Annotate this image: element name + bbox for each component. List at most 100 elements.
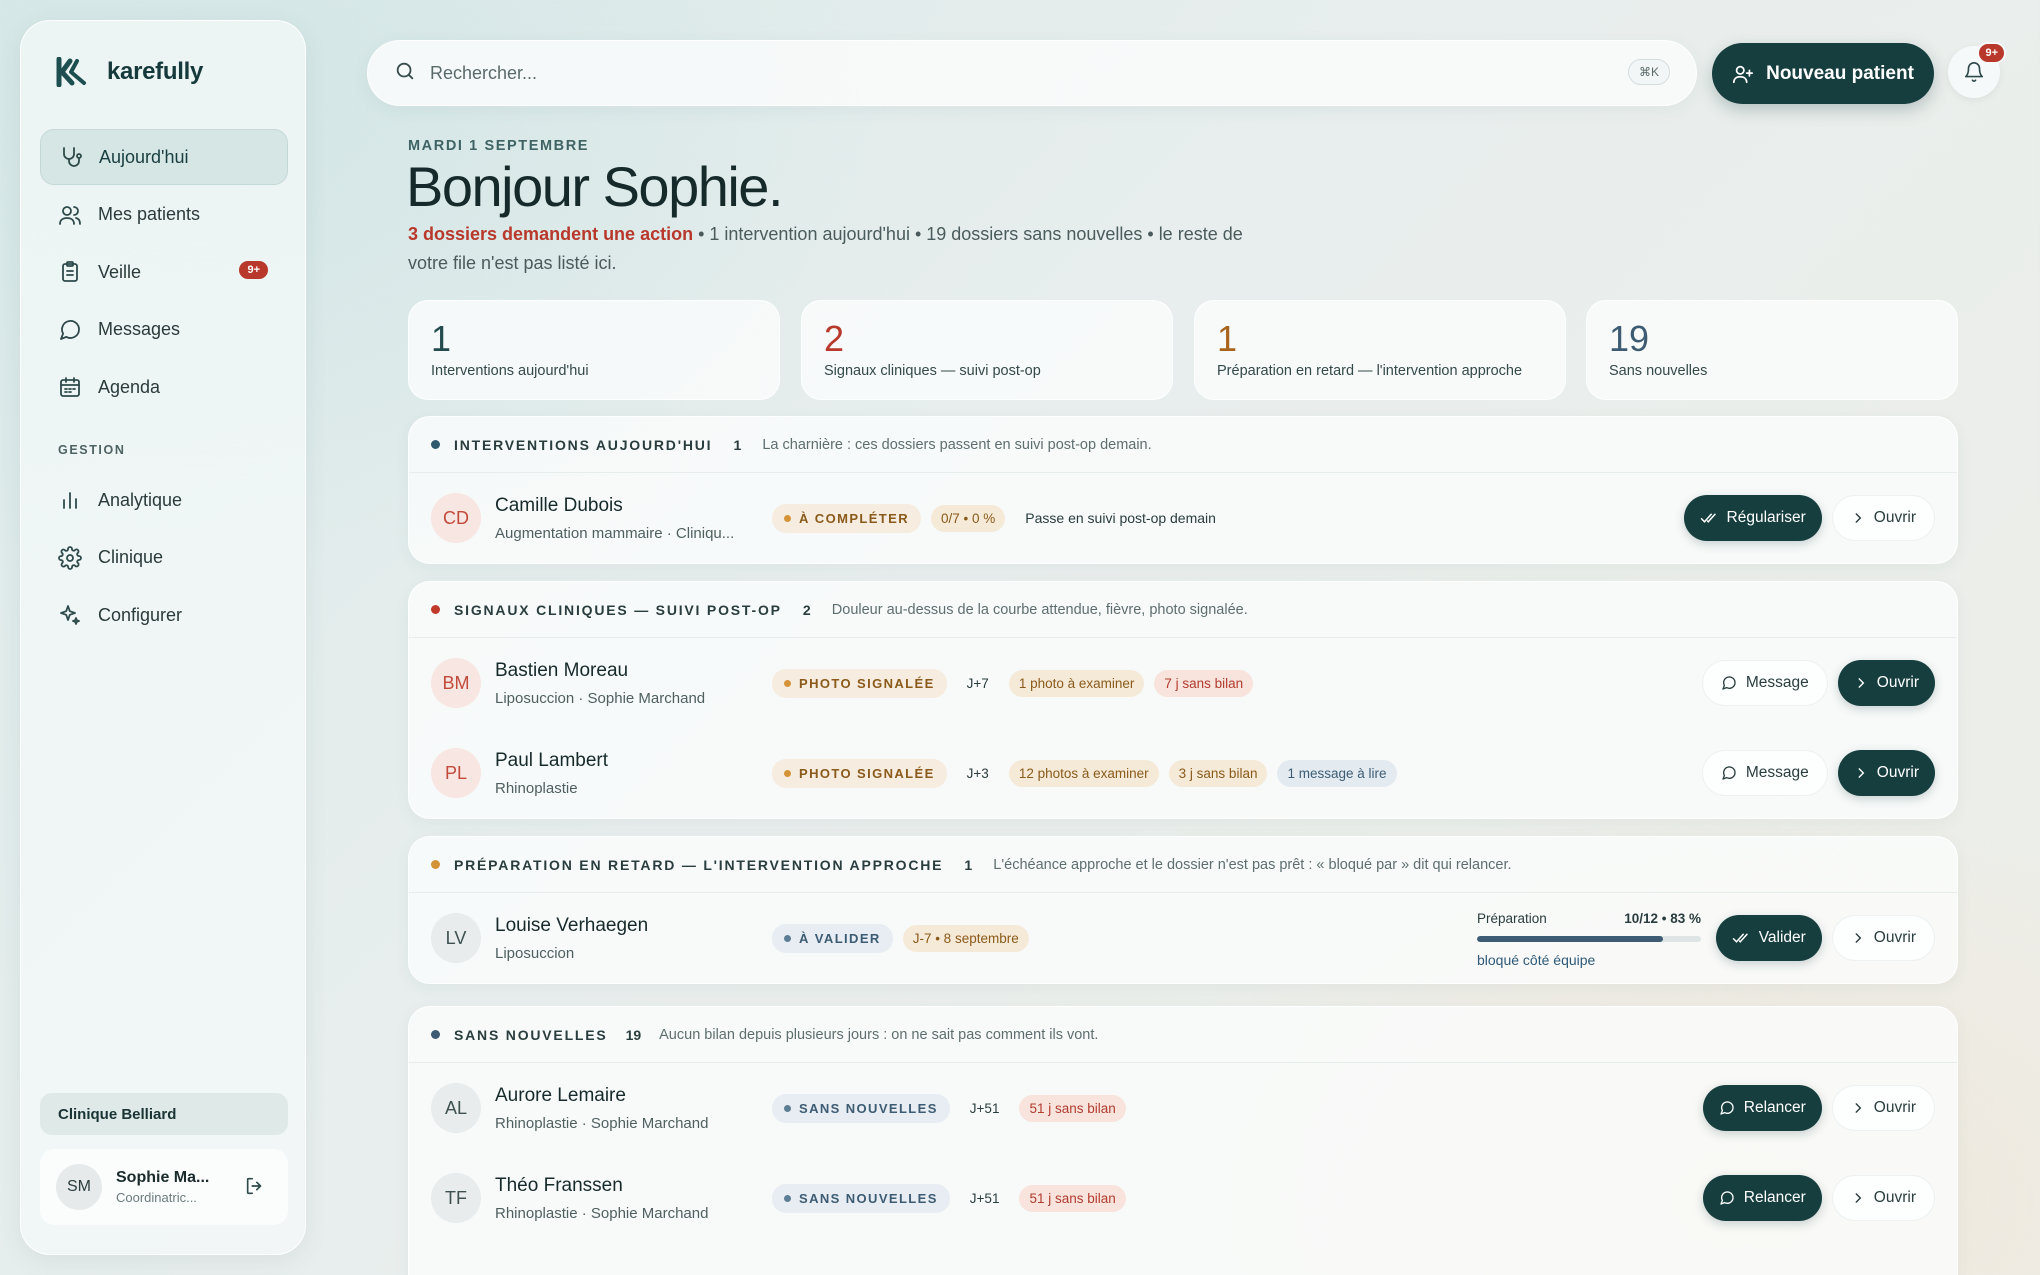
day-chip: J+7 <box>966 675 989 691</box>
double-check-icon <box>1700 513 1716 523</box>
status-badge: À VALIDER <box>772 923 893 953</box>
blocked-by-link[interactable]: bloqué côté équipe <box>1477 952 1701 968</box>
patient-name[interactable]: Paul Lambert <box>495 750 747 772</box>
patient-name[interactable]: Aurore Lemaire <box>495 1085 747 1107</box>
sidebar: karefully Aujourd'hui Mes patients Veill… <box>20 20 306 1255</box>
group-description: La charnière : ces dossiers passent en s… <box>762 436 1152 453</box>
stat-label: Préparation en retard — l'intervention a… <box>1217 363 1523 379</box>
user-card[interactable]: SM Sophie Ma... Coordinatric... <box>40 1149 288 1225</box>
new-patient-label: Nouveau patient <box>1766 62 1914 84</box>
gear-icon <box>58 545 82 570</box>
button-label: Régulariser <box>1726 509 1806 526</box>
nav-label: Mes patients <box>98 204 201 224</box>
stat-label: Sans nouvelles <box>1609 363 1708 379</box>
group-title: PRÉPARATION EN RETARD — L'INTERVENTION A… <box>454 856 944 873</box>
open-button[interactable]: Ouvrir <box>1831 495 1935 541</box>
clinic-selector[interactable]: Clinique Belliard <box>40 1093 288 1135</box>
day-chip: J+3 <box>966 765 989 781</box>
no-report-chip: 3 j sans bilan <box>1168 759 1268 787</box>
chevron-right-icon <box>1858 768 1865 778</box>
open-button[interactable]: Ouvrir <box>1831 1085 1935 1131</box>
patient-name[interactable]: Bastien Moreau <box>495 660 747 682</box>
nav-item-clinic[interactable]: Clinique <box>40 530 288 586</box>
patient-row[interactable]: AL Aurore Lemaire Rhinoplastie · Sophie … <box>409 1063 1957 1153</box>
open-button[interactable]: Ouvrir <box>1837 750 1935 796</box>
photo-chip: 12 photos à examiner <box>1008 759 1159 787</box>
group-count: 19 <box>625 1026 642 1043</box>
status-badge: SANS NOUVELLES <box>772 1093 950 1123</box>
summary-alert[interactable]: 3 dossiers demandent une action <box>408 224 693 244</box>
logo-icon <box>55 55 89 89</box>
nav-item-veille[interactable]: Veille 9+ <box>40 244 288 300</box>
message-icon <box>1720 1191 1734 1205</box>
regularize-button[interactable]: Régulariser <box>1683 495 1822 541</box>
validate-button[interactable]: Valider <box>1715 915 1822 961</box>
bar-chart-icon <box>63 492 77 509</box>
button-label: Ouvrir <box>1876 674 1919 691</box>
progress-chip: 0/7 • 0 % <box>931 504 1006 532</box>
group-dot <box>431 1030 440 1039</box>
message-icon <box>1722 766 1736 780</box>
open-button[interactable]: Ouvrir <box>1831 915 1935 961</box>
nav-item-patients[interactable]: Mes patients <box>40 187 288 243</box>
user-name: Sophie Ma... <box>116 1169 210 1186</box>
stat-label: Signaux cliniques — suivi post-op <box>824 363 1041 379</box>
patient-row[interactable]: BM Bastien Moreau Liposuccion · Sophie M… <box>409 638 1957 728</box>
brand-logo[interactable]: karefully <box>55 55 203 89</box>
day-chip: J+51 <box>969 1190 1000 1206</box>
main-nav: Aujourd'hui Mes patients Veille 9+ Messa… <box>40 129 288 417</box>
search-bar[interactable]: ⌘K <box>367 40 1697 106</box>
open-button[interactable]: Ouvrir <box>1831 1175 1935 1221</box>
message-icon <box>60 319 80 340</box>
avatar: AL <box>431 1083 481 1133</box>
remind-button[interactable]: Relancer <box>1702 1085 1822 1131</box>
day-chip: J+51 <box>969 1100 1000 1116</box>
patient-row[interactable]: TF Théo Franssen Rhinoplastie · Sophie M… <box>409 1153 1957 1243</box>
nav-item-analytics[interactable]: Analytique <box>40 472 288 528</box>
remind-button[interactable]: Relancer <box>1702 1175 1822 1221</box>
button-label: Valider <box>1758 929 1806 946</box>
bell-icon <box>1964 62 1984 82</box>
group-dot <box>431 860 440 869</box>
avatar: PL <box>431 748 481 798</box>
patient-row[interactable]: LV Louise Verhaegen Liposuccion À VALIDE… <box>409 893 1957 983</box>
nav-item-agenda[interactable]: Agenda <box>40 359 288 415</box>
group-description: Douleur au-dessus de la courbe attendue,… <box>831 601 1248 618</box>
nav-item-today[interactable]: Aujourd'hui <box>40 129 288 185</box>
open-button[interactable]: Ouvrir <box>1837 660 1935 706</box>
nav-item-configure[interactable]: Configurer <box>40 587 288 643</box>
message-icon <box>1722 676 1736 690</box>
patient-row[interactable]: CD Camille Dubois Augmentation mammaire … <box>409 473 1957 563</box>
search-input[interactable] <box>430 62 1530 84</box>
patient-subtitle: Rhinoplastie · Sophie Marchand <box>495 1114 709 1132</box>
progress-value: 10/12 • 83 % <box>1624 911 1701 926</box>
clipboard-icon <box>62 261 78 282</box>
stat-card-interventions[interactable]: 1 Interventions aujourd'hui <box>408 300 780 400</box>
nav-label: Clinique <box>98 547 164 567</box>
page-title: Bonjour Sophie. <box>406 155 784 218</box>
group-no-news: SANS NOUVELLES 19 Aucun bilan depuis plu… <box>408 1006 1958 1275</box>
nav-label: Agenda <box>98 376 161 397</box>
new-patient-button[interactable]: Nouveau patient <box>1712 43 1934 104</box>
gestion-nav: Analytique Clinique Configurer <box>40 472 288 645</box>
group-description: Aucun bilan depuis plusieurs jours : on … <box>659 1026 1099 1043</box>
patient-row[interactable]: PL Paul Lambert Rhinoplastie PHOTO SIGNA… <box>409 728 1957 818</box>
message-button[interactable]: Message <box>1701 660 1828 706</box>
stat-card-no-news[interactable]: 19 Sans nouvelles <box>1586 300 1958 400</box>
avatar: SM <box>56 1164 102 1210</box>
no-report-chip: 51 j sans bilan <box>1019 1184 1126 1212</box>
patient-name[interactable]: Camille Dubois <box>495 495 747 517</box>
group-count: 1 <box>733 436 742 453</box>
sparkle-icon <box>60 605 80 625</box>
patient-name[interactable]: Théo Franssen <box>495 1175 747 1197</box>
user-role: Coordinatric... <box>116 1190 197 1205</box>
nav-item-messages[interactable]: Messages <box>40 302 288 358</box>
progress-fill <box>1477 936 1663 942</box>
patient-name[interactable]: Louise Verhaegen <box>495 915 747 937</box>
notifications-button[interactable]: 9+ <box>1948 42 2006 98</box>
stat-card-preparation[interactable]: 1 Préparation en retard — l'intervention… <box>1194 300 1566 400</box>
message-button[interactable]: Message <box>1701 750 1828 796</box>
logout-icon[interactable] <box>244 1175 266 1202</box>
stat-card-signals[interactable]: 2 Signaux cliniques — suivi post-op <box>801 300 1173 400</box>
button-label: Relancer <box>1743 1099 1806 1116</box>
